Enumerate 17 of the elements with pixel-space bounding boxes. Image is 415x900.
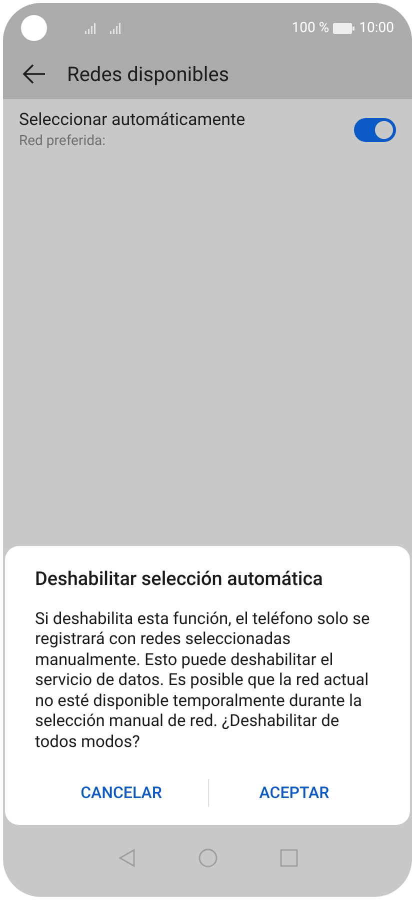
signal-icon (110, 22, 122, 34)
page-title: Redes disponibles (67, 61, 230, 88)
dialog-message: Si deshabilita esta función, el teléfono solo se registrará con redes seleccionadas manualmente. Esto puede deshabilitar el servicio de datos. Es posible que la red actual no esté disponible temporalmente durante la selección manual de red. ¿Deshabilitar de todos modos? (35, 610, 371, 753)
dialog-button[interactable]: CANCELAR (35, 775, 208, 811)
recents-nav-icon[interactable] (280, 849, 298, 867)
setting-subtitle: Red preferida: (19, 132, 106, 151)
back-nav-icon[interactable] (118, 848, 136, 868)
battery-percent: 100 % (292, 18, 330, 38)
setting-title: Seleccionar automáticamente (19, 109, 246, 131)
clock-time: 10:00 (359, 18, 394, 38)
signal-icon (85, 22, 97, 34)
home-nav-icon[interactable] (198, 848, 218, 868)
dialog-button[interactable]: ACEPTAR (208, 775, 380, 811)
camera-hole-icon (21, 15, 47, 41)
battery-icon (333, 22, 356, 34)
dialog-title: Deshabilitar selección automática (35, 566, 324, 592)
auto-select-switch[interactable] (354, 118, 396, 142)
